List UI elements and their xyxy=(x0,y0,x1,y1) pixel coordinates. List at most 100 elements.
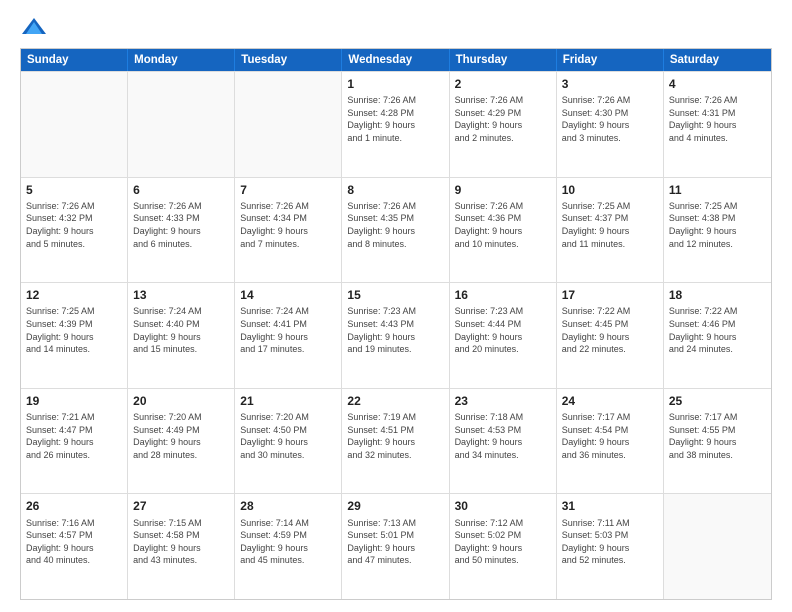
cell-text: Sunrise: 7:18 AM Sunset: 4:53 PM Dayligh… xyxy=(455,411,551,461)
calendar-cell: 10 Sunrise: 7:25 AM Sunset: 4:37 PM Dayli… xyxy=(557,178,664,283)
calendar-week-2: 5 Sunrise: 7:26 AM Sunset: 4:32 PM Daylig… xyxy=(21,177,771,283)
calendar-cell: 22 Sunrise: 7:19 AM Sunset: 4:51 PM Dayli… xyxy=(342,389,449,494)
cell-text: Sunrise: 7:26 AM Sunset: 4:32 PM Dayligh… xyxy=(26,200,122,250)
calendar-cell: 13Sunrise: 7:24 AM Sunset: 4:40 PM Dayli… xyxy=(128,283,235,388)
day-number: 14 xyxy=(240,287,336,303)
calendar-week-5: 26Sunrise: 7:16 AM Sunset: 4:57 PM Dayli… xyxy=(21,493,771,599)
day-number: 7 xyxy=(240,182,336,198)
calendar-cell: 6Sunrise: 7:26 AM Sunset: 4:33 PM Daylig… xyxy=(128,178,235,283)
cell-text: Sunrise: 7:22 AM Sunset: 4:46 PM Dayligh… xyxy=(669,305,766,355)
cell-text: Sunrise: 7:20 AM Sunset: 4:50 PM Dayligh… xyxy=(240,411,336,461)
day-number: 5 xyxy=(26,182,122,198)
cell-text: Sunrise: 7:25 AM Sunset: 4:37 PM Dayligh… xyxy=(562,200,658,250)
day-number: 8 xyxy=(347,182,443,198)
weekday-header-saturday: Saturday xyxy=(664,49,771,71)
calendar-cell xyxy=(235,72,342,177)
cell-text: Sunrise: 7:26 AM Sunset: 4:30 PM Dayligh… xyxy=(562,94,658,144)
day-number: 3 xyxy=(562,76,658,92)
cell-text: Sunrise: 7:13 AM Sunset: 5:01 PM Dayligh… xyxy=(347,517,443,567)
day-number: 16 xyxy=(455,287,551,303)
cell-text: Sunrise: 7:21 AM Sunset: 4:47 PM Dayligh… xyxy=(26,411,122,461)
cell-text: Sunrise: 7:26 AM Sunset: 4:33 PM Dayligh… xyxy=(133,200,229,250)
calendar-cell: 8Sunrise: 7:26 AM Sunset: 4:35 PM Daylig… xyxy=(342,178,449,283)
calendar-cell: 19 Sunrise: 7:21 AM Sunset: 4:47 PM Dayli… xyxy=(21,389,128,494)
calendar-cell xyxy=(664,494,771,599)
weekday-header-monday: Monday xyxy=(128,49,235,71)
calendar-cell: 20 Sunrise: 7:20 AM Sunset: 4:49 PM Dayli… xyxy=(128,389,235,494)
calendar-cell: 31 Sunrise: 7:11 AM Sunset: 5:03 PM Dayli… xyxy=(557,494,664,599)
weekday-header-thursday: Thursday xyxy=(450,49,557,71)
calendar-cell: 24 Sunrise: 7:17 AM Sunset: 4:54 PM Dayli… xyxy=(557,389,664,494)
cell-text: Sunrise: 7:14 AM Sunset: 4:59 PM Dayligh… xyxy=(240,517,336,567)
day-number: 23 xyxy=(455,393,551,409)
day-number: 31 xyxy=(562,498,658,514)
cell-text: Sunrise: 7:16 AM Sunset: 4:57 PM Dayligh… xyxy=(26,517,122,567)
logo xyxy=(20,16,52,38)
day-number: 25 xyxy=(669,393,766,409)
day-number: 1 xyxy=(347,76,443,92)
cell-text: Sunrise: 7:20 AM Sunset: 4:49 PM Dayligh… xyxy=(133,411,229,461)
header xyxy=(20,16,772,38)
day-number: 20 xyxy=(133,393,229,409)
day-number: 13 xyxy=(133,287,229,303)
calendar-cell: 4 Sunrise: 7:26 AM Sunset: 4:31 PM Daylig… xyxy=(664,72,771,177)
day-number: 18 xyxy=(669,287,766,303)
cell-text: Sunrise: 7:26 AM Sunset: 4:36 PM Dayligh… xyxy=(455,200,551,250)
calendar-cell: 29 Sunrise: 7:13 AM Sunset: 5:01 PM Dayli… xyxy=(342,494,449,599)
calendar-cell xyxy=(21,72,128,177)
day-number: 27 xyxy=(133,498,229,514)
calendar-cell: 14 Sunrise: 7:24 AM Sunset: 4:41 PM Dayli… xyxy=(235,283,342,388)
day-number: 24 xyxy=(562,393,658,409)
calendar-cell: 3 Sunrise: 7:26 AM Sunset: 4:30 PM Daylig… xyxy=(557,72,664,177)
cell-text: Sunrise: 7:26 AM Sunset: 4:31 PM Dayligh… xyxy=(669,94,766,144)
day-number: 28 xyxy=(240,498,336,514)
calendar-cell: 5 Sunrise: 7:26 AM Sunset: 4:32 PM Daylig… xyxy=(21,178,128,283)
calendar-cell: 17 Sunrise: 7:22 AM Sunset: 4:45 PM Dayli… xyxy=(557,283,664,388)
cell-text: Sunrise: 7:26 AM Sunset: 4:34 PM Dayligh… xyxy=(240,200,336,250)
cell-text: Sunrise: 7:24 AM Sunset: 4:41 PM Dayligh… xyxy=(240,305,336,355)
calendar-cell: 2 Sunrise: 7:26 AM Sunset: 4:29 PM Daylig… xyxy=(450,72,557,177)
page: SundayMondayTuesdayWednesdayThursdayFrid… xyxy=(0,0,792,612)
calendar: SundayMondayTuesdayWednesdayThursdayFrid… xyxy=(20,48,772,600)
day-number: 11 xyxy=(669,182,766,198)
day-number: 10 xyxy=(562,182,658,198)
cell-text: Sunrise: 7:26 AM Sunset: 4:28 PM Dayligh… xyxy=(347,94,443,144)
day-number: 21 xyxy=(240,393,336,409)
cell-text: Sunrise: 7:26 AM Sunset: 4:29 PM Dayligh… xyxy=(455,94,551,144)
cell-text: Sunrise: 7:17 AM Sunset: 4:55 PM Dayligh… xyxy=(669,411,766,461)
day-number: 19 xyxy=(26,393,122,409)
cell-text: Sunrise: 7:11 AM Sunset: 5:03 PM Dayligh… xyxy=(562,517,658,567)
calendar-body: 1 Sunrise: 7:26 AM Sunset: 4:28 PM Daylig… xyxy=(21,71,771,599)
weekday-header-sunday: Sunday xyxy=(21,49,128,71)
weekday-header-tuesday: Tuesday xyxy=(235,49,342,71)
cell-text: Sunrise: 7:23 AM Sunset: 4:44 PM Dayligh… xyxy=(455,305,551,355)
cell-text: Sunrise: 7:22 AM Sunset: 4:45 PM Dayligh… xyxy=(562,305,658,355)
day-number: 2 xyxy=(455,76,551,92)
cell-text: Sunrise: 7:23 AM Sunset: 4:43 PM Dayligh… xyxy=(347,305,443,355)
calendar-cell: 25 Sunrise: 7:17 AM Sunset: 4:55 PM Dayli… xyxy=(664,389,771,494)
day-number: 17 xyxy=(562,287,658,303)
cell-text: Sunrise: 7:19 AM Sunset: 4:51 PM Dayligh… xyxy=(347,411,443,461)
calendar-cell: 1 Sunrise: 7:26 AM Sunset: 4:28 PM Daylig… xyxy=(342,72,449,177)
calendar-cell: 7 Sunrise: 7:26 AM Sunset: 4:34 PM Daylig… xyxy=(235,178,342,283)
day-number: 4 xyxy=(669,76,766,92)
cell-text: Sunrise: 7:25 AM Sunset: 4:39 PM Dayligh… xyxy=(26,305,122,355)
day-number: 29 xyxy=(347,498,443,514)
day-number: 22 xyxy=(347,393,443,409)
calendar-cell: 23 Sunrise: 7:18 AM Sunset: 4:53 PM Dayli… xyxy=(450,389,557,494)
calendar-cell: 16 Sunrise: 7:23 AM Sunset: 4:44 PM Dayli… xyxy=(450,283,557,388)
calendar-cell: 12Sunrise: 7:25 AM Sunset: 4:39 PM Dayli… xyxy=(21,283,128,388)
cell-text: Sunrise: 7:17 AM Sunset: 4:54 PM Dayligh… xyxy=(562,411,658,461)
day-number: 15 xyxy=(347,287,443,303)
weekday-header-wednesday: Wednesday xyxy=(342,49,449,71)
weekday-header-friday: Friday xyxy=(557,49,664,71)
calendar-cell: 9Sunrise: 7:26 AM Sunset: 4:36 PM Daylig… xyxy=(450,178,557,283)
logo-icon xyxy=(20,16,48,38)
cell-text: Sunrise: 7:15 AM Sunset: 4:58 PM Dayligh… xyxy=(133,517,229,567)
calendar-cell: 21 Sunrise: 7:20 AM Sunset: 4:50 PM Dayli… xyxy=(235,389,342,494)
cell-text: Sunrise: 7:12 AM Sunset: 5:02 PM Dayligh… xyxy=(455,517,551,567)
calendar-cell xyxy=(128,72,235,177)
calendar-cell: 18 Sunrise: 7:22 AM Sunset: 4:46 PM Dayli… xyxy=(664,283,771,388)
calendar-cell: 27 Sunrise: 7:15 AM Sunset: 4:58 PM Dayli… xyxy=(128,494,235,599)
calendar-week-4: 19 Sunrise: 7:21 AM Sunset: 4:47 PM Dayli… xyxy=(21,388,771,494)
